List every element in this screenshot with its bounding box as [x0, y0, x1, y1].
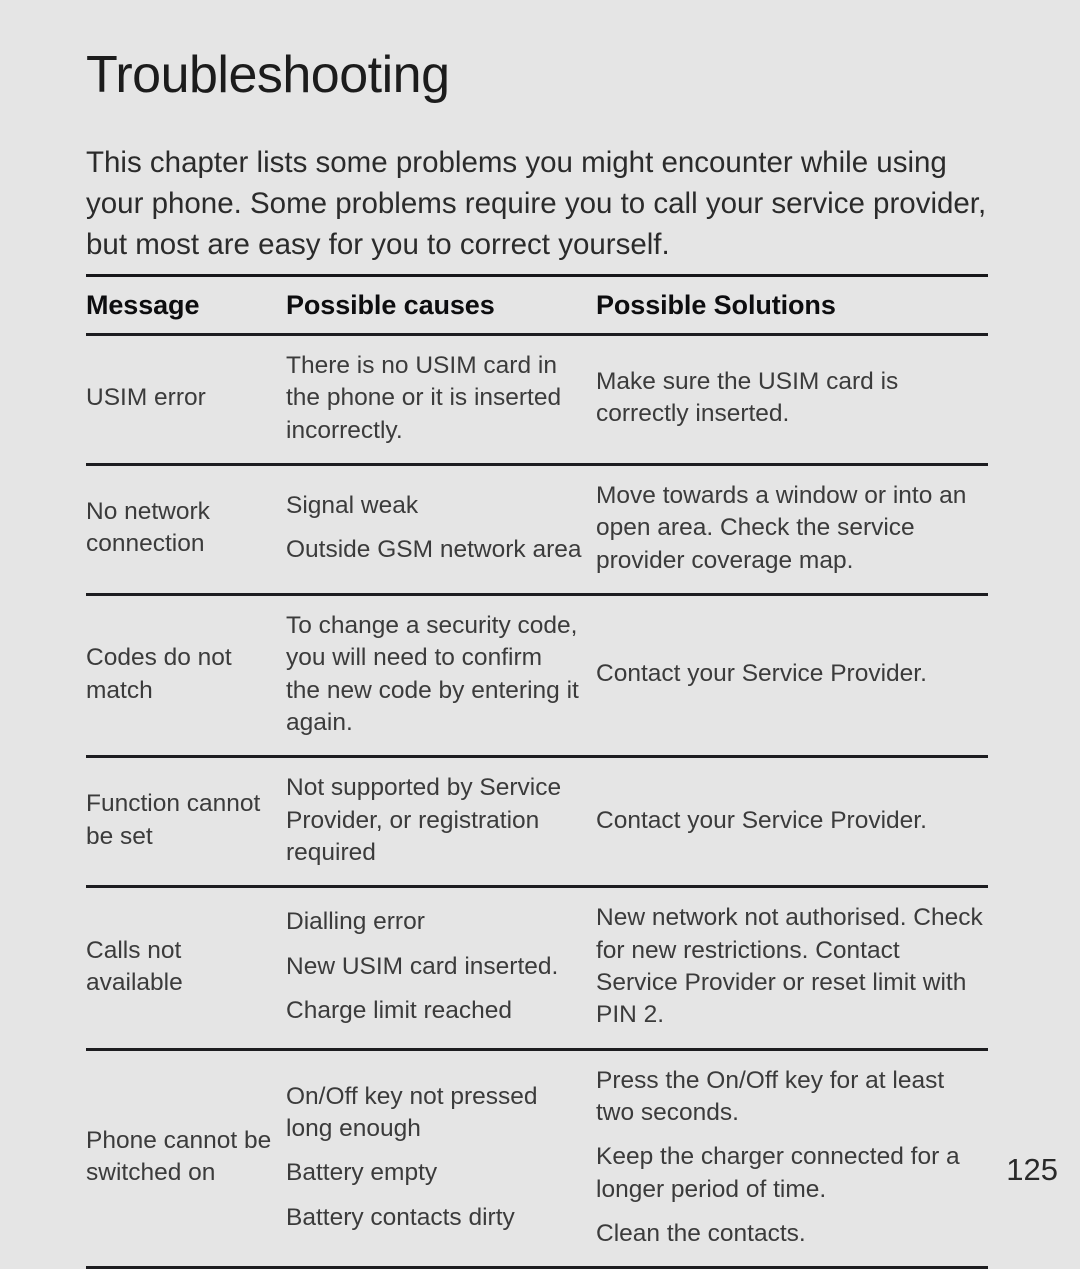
table-header-row: Message Possible causes Possible Solutio…: [86, 277, 988, 333]
cause-item: Battery empty: [286, 1159, 438, 1187]
cell-message: USIM error: [86, 384, 206, 412]
column-header-message: Message: [86, 289, 200, 320]
cell-solutions: Make sure the USIM card is correctly ins…: [596, 366, 988, 431]
solution-item: Make sure the USIM card is correctly ins…: [596, 368, 899, 428]
cell-causes: On/Off key not pressed long enough Batte…: [286, 1081, 596, 1234]
column-header-causes: Possible causes: [286, 289, 495, 320]
troubleshooting-table: Message Possible causes Possible Solutio…: [86, 274, 988, 1269]
cell-causes: To change a security code, you will need…: [286, 610, 596, 739]
cell-causes: Not supported by Service Provider, or re…: [286, 772, 596, 869]
cell-message: Calls not available: [86, 936, 183, 996]
page-number: 125: [1006, 1152, 1058, 1187]
table-row: USIM error There is no USIM card in the …: [86, 336, 988, 463]
solution-item: New network not authorised. Check for ne…: [596, 904, 983, 1029]
cell-solutions: New network not authorised. Check for ne…: [596, 902, 988, 1031]
cause-item: There is no USIM card in the phone or it…: [286, 352, 562, 444]
cell-message: No network connection: [86, 498, 210, 558]
cell-solutions: Press the On/Off key for at least two se…: [596, 1065, 988, 1251]
cause-item: Outside GSM network area: [286, 536, 582, 564]
page-title: Troubleshooting: [86, 46, 450, 104]
table-row: Codes do not match To change a security …: [86, 596, 988, 755]
cell-causes: There is no USIM card in the phone or it…: [286, 350, 596, 447]
cell-solutions: Move towards a window or into an open ar…: [596, 480, 988, 577]
cause-item: Signal weak: [286, 492, 419, 520]
cause-item: On/Off key not pressed long enough: [286, 1082, 538, 1143]
solution-item: Contact your Service Provider.: [596, 660, 927, 688]
cell-solutions: Contact your Service Provider.: [596, 805, 988, 837]
cell-message: Phone cannot be switched on: [86, 1127, 272, 1187]
solution-item: Keep the charger connected for a longer …: [596, 1143, 960, 1203]
cause-item: To change a security code, you will need…: [286, 611, 579, 736]
cause-item: Battery contacts dirty: [286, 1203, 515, 1231]
cell-causes: Signal weak Outside GSM network area: [286, 490, 596, 567]
cell-message: Function cannot be set: [86, 790, 261, 850]
cell-message: Codes do not match: [86, 644, 232, 704]
table-row: Calls not available Dialling error New U…: [86, 888, 988, 1047]
column-header-solutions: Possible Solutions: [596, 289, 836, 320]
table-row: No network connection Signal weak Outsid…: [86, 466, 988, 593]
table-row: Phone cannot be switched on On/Off key n…: [86, 1051, 988, 1267]
cell-causes: Dialling error New USIM card inserted. C…: [286, 906, 596, 1027]
intro-paragraph: This chapter lists some problems you mig…: [86, 146, 987, 261]
table-row: Function cannot be set Not supported by …: [86, 758, 988, 885]
cell-solutions: Contact your Service Provider.: [596, 658, 988, 690]
troubleshooting-page: Troubleshooting This chapter lists some …: [0, 0, 1080, 1269]
cause-item: Charge limit reached: [286, 997, 513, 1025]
solution-item: Press the On/Off key for at least two se…: [596, 1066, 945, 1126]
cause-item: New USIM card inserted.: [286, 952, 559, 980]
cause-item: Dialling error: [286, 908, 425, 936]
solution-item: Contact your Service Provider.: [596, 806, 927, 834]
solution-item: Clean the contacts.: [596, 1219, 806, 1247]
solution-item: Move towards a window or into an open ar…: [596, 481, 967, 574]
cause-item: Not supported by Service Provider, or re…: [286, 774, 562, 866]
